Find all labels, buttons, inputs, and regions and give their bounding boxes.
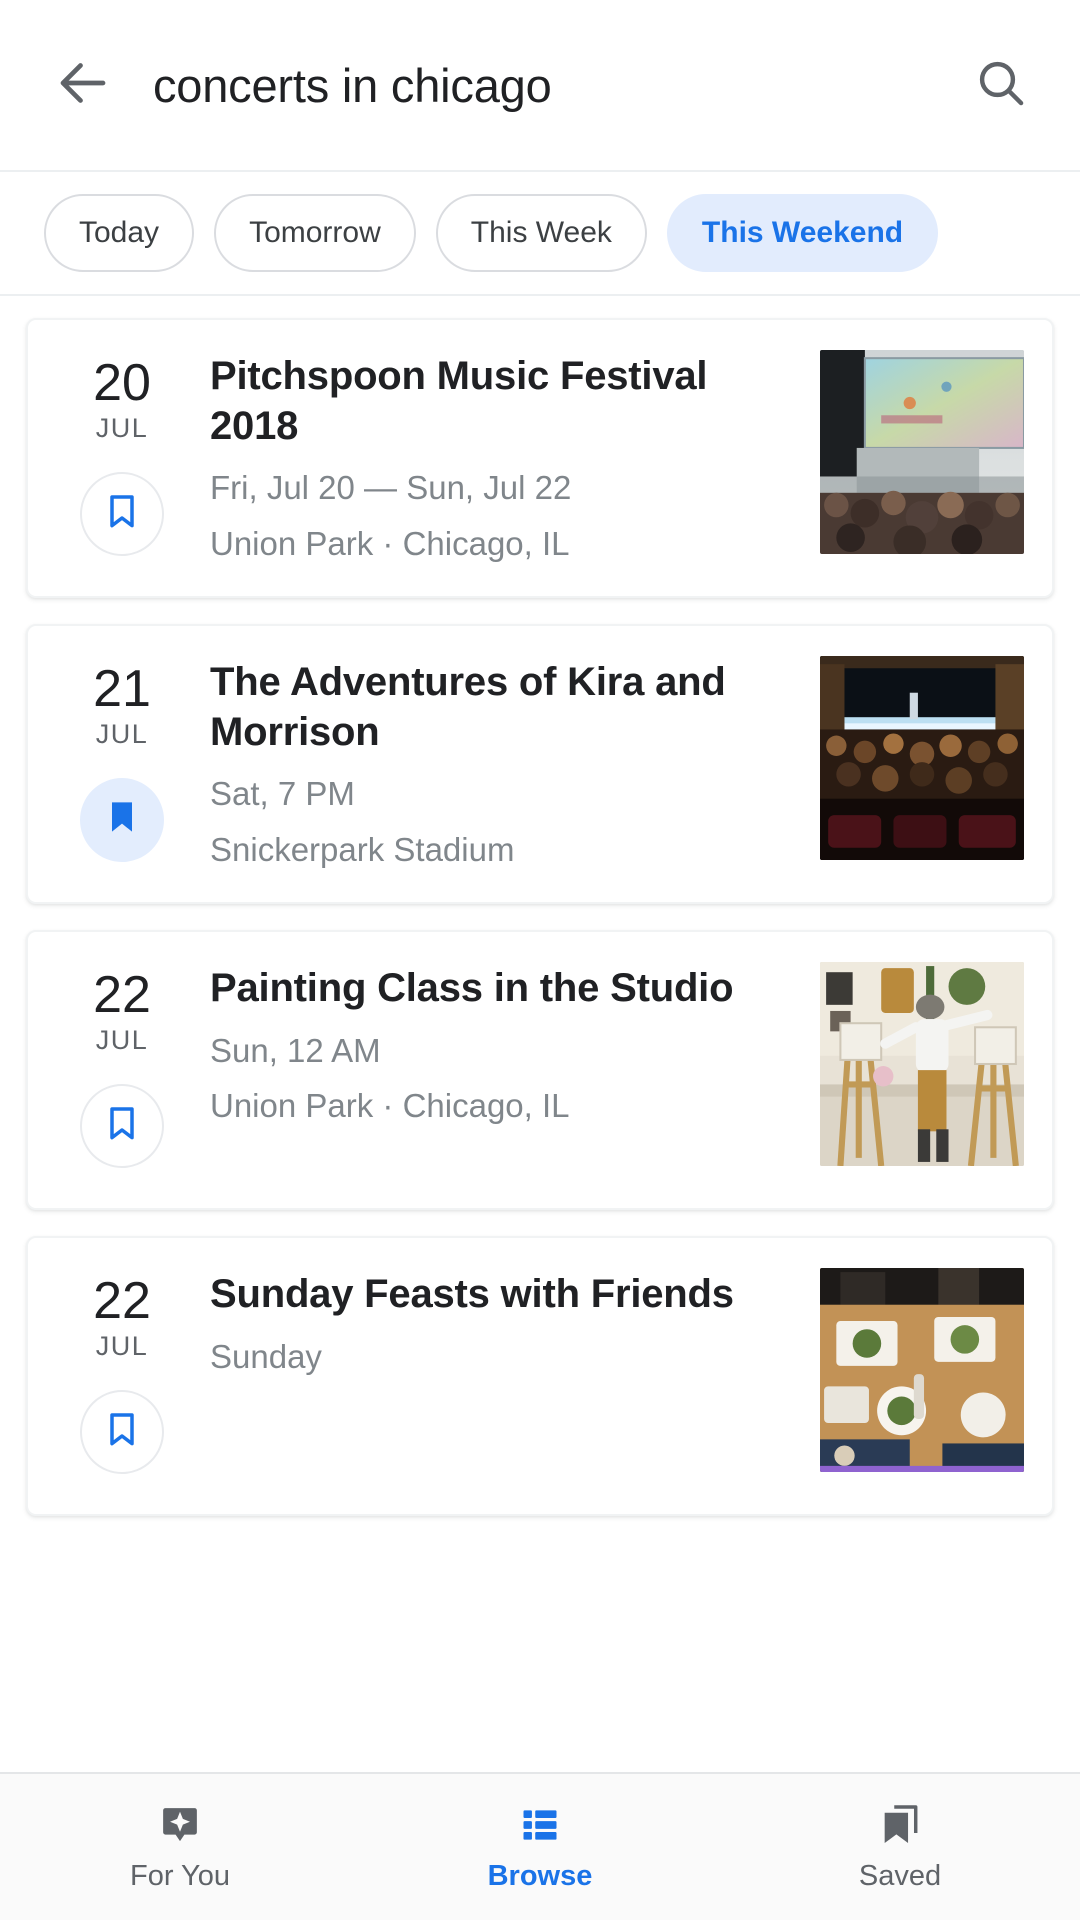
event-details: The Adventures of Kira and Morrison Sat,… (186, 656, 820, 872)
list-icon (518, 1802, 562, 1848)
event-thumbnail (820, 962, 1024, 1166)
event-date-column: 22 JUL (58, 962, 186, 1168)
nav-label-saved: Saved (858, 1859, 942, 1892)
search-input[interactable]: concerts in chicago (116, 58, 966, 113)
event-details: Sunday Feasts with Friends Sunday (186, 1268, 820, 1391)
event-date-column: 22 JUL (58, 1268, 186, 1474)
event-month: JUL (95, 412, 149, 443)
event-details: Painting Class in the Studio Sun, 12 AM … (186, 962, 820, 1128)
bookmark-button[interactable] (80, 1083, 164, 1168)
event-datetime: Sat, 7 PM (210, 775, 355, 813)
nav-item-for-you[interactable]: For You (0, 1802, 360, 1893)
event-title: Pitchspoon Music Festival 2018 (210, 354, 708, 448)
bookmark-button[interactable] (80, 1389, 164, 1474)
event-datetime: Sunday (210, 1337, 322, 1375)
event-month: JUL (95, 718, 149, 749)
nav-label-browse: Browse (487, 1859, 593, 1892)
event-datetime: Fri, Jul 20 — Sun, Jul 22 (210, 469, 572, 507)
event-list[interactable]: 20 JUL Pitchspoon Music Festival 2018 Fr… (0, 296, 1080, 1772)
event-day: 22 (93, 966, 151, 1024)
bookmark-button[interactable] (80, 777, 164, 862)
event-card[interactable]: 20 JUL Pitchspoon Music Festival 2018 Fr… (26, 318, 1054, 598)
chip-this-weekend[interactable]: This Weekend (666, 194, 939, 272)
bookmark-button[interactable] (80, 471, 164, 556)
nav-item-browse[interactable]: Browse (360, 1802, 720, 1893)
event-datetime: Sun, 12 AM (210, 1031, 381, 1069)
event-day: 20 (93, 354, 151, 412)
event-month: JUL (95, 1330, 149, 1361)
search-button[interactable] (966, 50, 1036, 120)
chip-tomorrow[interactable]: Tomorrow (214, 194, 416, 272)
search-icon (973, 55, 1029, 116)
arrow-back-icon (53, 53, 113, 118)
event-day: 21 (93, 660, 151, 718)
bookmarks-stack-icon (877, 1802, 923, 1848)
app-screen: concerts in chicago Today Tomorrow This … (0, 0, 1080, 1920)
event-venue: Union Park · Chicago, IL (210, 525, 570, 563)
chip-today[interactable]: Today (44, 194, 195, 272)
bottom-navigation: For You Browse Saved (0, 1772, 1080, 1920)
event-card[interactable]: 21 JUL The Adventures of Kira and Morris… (26, 624, 1054, 904)
bookmark-outline-icon (102, 491, 142, 536)
event-venue: Union Park · Chicago, IL (210, 1087, 570, 1125)
event-card[interactable]: 22 JUL Sunday Feasts with Friends Sunday (26, 1236, 1054, 1516)
back-button[interactable] (50, 52, 116, 118)
nav-item-saved[interactable]: Saved (720, 1802, 1080, 1893)
event-title: The Adventures of Kira and Morrison (210, 660, 726, 754)
event-card[interactable]: 22 JUL Painting Class in the Studio Sun,… (26, 930, 1054, 1210)
event-date-column: 21 JUL (58, 656, 186, 862)
date-filter-chips: Today Tomorrow This Week This Weekend (0, 172, 1080, 296)
bookmark-outline-icon (102, 1409, 142, 1454)
search-header: concerts in chicago (0, 0, 1080, 172)
nav-label-for-you: For You (130, 1859, 230, 1892)
event-thumbnail (820, 656, 1024, 860)
event-details: Pitchspoon Music Festival 2018 Fri, Jul … (186, 350, 820, 566)
event-thumbnail (820, 350, 1024, 554)
sparkle-badge-icon (157, 1802, 203, 1848)
bookmark-outline-icon (102, 1103, 142, 1148)
event-day: 22 (93, 1272, 151, 1330)
event-date-column: 20 JUL (58, 350, 186, 556)
event-title: Sunday Feasts with Friends (210, 1272, 734, 1316)
chip-this-week[interactable]: This Week (435, 194, 647, 272)
event-title: Painting Class in the Studio (210, 966, 734, 1010)
event-thumbnail (820, 1268, 1024, 1472)
bookmark-filled-icon (102, 797, 142, 842)
event-venue: Snickerpark Stadium (210, 831, 515, 869)
event-month: JUL (95, 1024, 149, 1055)
